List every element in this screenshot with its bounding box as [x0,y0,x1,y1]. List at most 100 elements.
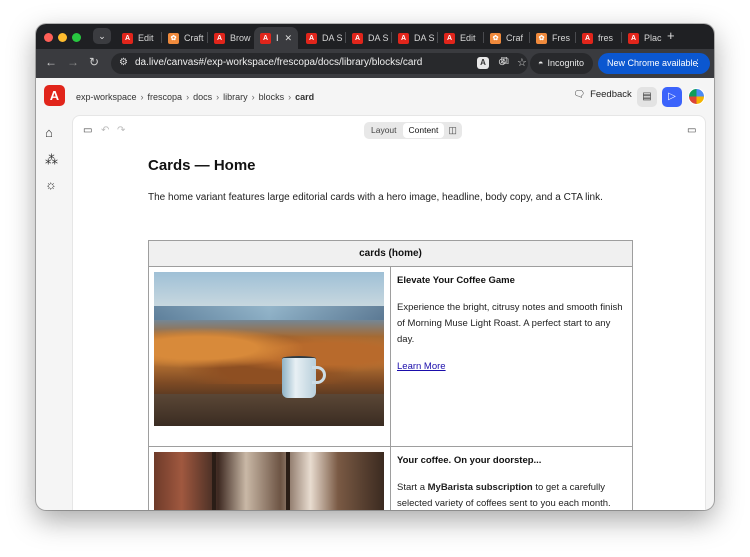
table-row: Your coffee. On your doorstep... Start a… [149,447,632,510]
maximize-window-button[interactable] [72,33,81,42]
tab[interactable]: A DA S [392,27,436,49]
tab-label: Edit [138,33,154,43]
bookmark-star-icon[interactable]: ☆ [517,56,527,69]
card-body: Start a MyBarista subscription to get a … [397,480,626,510]
block-name-cell[interactable]: cards (home) [149,241,632,267]
tab[interactable]: ✿ Craf [484,27,528,49]
adobe-icon: A [260,32,271,44]
content-view-option[interactable]: Content [402,123,445,138]
site-info-icon[interactable]: ⚙ [119,57,128,68]
close-tab-icon[interactable]: ✕ [285,33,293,44]
tab-label: DA S [322,33,343,43]
minimize-window-button[interactable] [58,33,67,42]
breadcrumb-chevron-icon: › [251,92,255,102]
card-body-strong: MyBarista subscription [427,482,533,493]
adobe-extension-icon[interactable]: A [477,57,489,69]
new-tab-plus-icon[interactable]: + [667,28,675,43]
incognito-icon: ◓ [538,58,544,68]
new-chrome-available-button[interactable]: New Chrome available ⋮ [598,53,710,74]
adobe-icon: A [444,32,455,44]
adobe-logo-icon[interactable]: A [44,85,65,106]
tab-active[interactable]: A I ✕ [254,27,298,49]
forward-arrow-icon[interactable]: → [67,55,79,69]
avatar[interactable] [688,88,705,105]
app-header: A exp-workspace › frescopa › docs › library › bl… [36,78,714,115]
tab-strip: ⌄ A Edit ✿ Craft A Brow A I ✕ A DA S A D… [36,24,714,49]
document-icon[interactable]: ▤ [637,87,657,107]
breadcrumb-item[interactable]: library [223,92,248,102]
tab[interactable]: ✿ Fres [530,27,574,49]
feedback-chat-icon: 🗨 [573,89,586,100]
table-row: Elevate Your Coffee Game Experience the … [149,267,632,447]
card-body-text: Start a [397,482,428,493]
update-label: New Chrome available [607,58,698,68]
tab-label: Fres [552,33,570,43]
tab[interactable]: A Plac [622,27,666,49]
back-arrow-icon[interactable]: ← [45,55,57,69]
incognito-indicator[interactable]: ◓ Incognito [530,53,593,74]
send-icon[interactable]: ▷ [662,87,682,107]
tab[interactable]: A fres [576,27,620,49]
editor-canvas: ▭ ↶ ↷ Layout Content ◫ ▭ Cards — Home Th… [72,115,706,510]
menu-kebab-icon[interactable]: ⋮ [693,53,702,74]
address-bar[interactable]: ⚙ da.live/canvas#/exp-workspace/frescopa… [111,53,528,74]
breadcrumb-chevron-icon: › [140,92,144,102]
tab[interactable]: ✿ Craft [162,27,206,49]
craft-icon: ✿ [536,32,547,44]
tab[interactable]: A DA S [346,27,390,49]
tab[interactable]: A DA S [300,27,344,49]
lightbulb-icon[interactable]: ☼ [45,177,57,192]
tab-label: I [276,33,279,43]
craft-icon: ✿ [490,32,501,44]
learn-more-link[interactable]: Learn More [397,361,446,372]
text-cell[interactable]: Your coffee. On your doorstep... Start a… [391,447,632,510]
split-view-icon[interactable]: ◫ [444,125,461,136]
incognito-label: Incognito [547,58,584,68]
adobe-icon: A [122,32,133,44]
feedback-button[interactable]: 🗨 Feedback [573,89,632,100]
breadcrumb-item[interactable]: exp-workspace [76,92,137,102]
adobe-icon: A [214,32,225,44]
breadcrumb-item[interactable]: frescopa [148,92,183,102]
craft-icon: ✿ [168,32,179,44]
tab[interactable]: A Brow [208,27,252,49]
tab-search-chevron-icon[interactable]: ⌄ [93,28,111,44]
apps-icon[interactable]: ⁂ [45,152,58,168]
tab-label: DA S [414,33,435,43]
card-heading: Your coffee. On your doorstep... [397,455,542,466]
close-window-button[interactable] [44,33,53,42]
redo-icon[interactable]: ↷ [117,125,125,136]
extensions-puzzle-icon[interactable]: ⧉ [501,55,509,68]
adobe-icon: A [306,32,317,44]
tab-label: Craf [506,33,524,43]
undo-icon[interactable]: ↶ [101,125,109,136]
layout-view-option[interactable]: Layout [365,123,403,138]
breadcrumb-chevron-icon: › [216,92,220,102]
breadcrumb-chevron-icon: › [288,92,292,102]
tab-label: fres [598,33,614,43]
reload-icon[interactable]: ↻ [89,55,99,69]
adobe-icon: A [582,32,593,44]
browser-window: ⌄ A Edit ✿ Craft A Brow A I ✕ A DA S A D… [36,24,714,510]
canvas-toolbar: ▭ ↶ ↷ Layout Content ◫ ▭ [73,116,705,146]
image-cell[interactable] [149,267,391,446]
breadcrumb-item[interactable]: blocks [259,92,285,102]
tab[interactable]: A Edit [438,27,482,49]
page-title[interactable]: Cards — Home [148,157,256,174]
breadcrumb-chevron-icon: › [186,92,190,102]
coffee-mug-lake-image[interactable] [154,272,384,426]
panel-toggle-icon[interactable]: ▭ [687,125,696,136]
page-description[interactable]: The home variant features large editoria… [148,192,603,203]
tab[interactable]: A Edit [116,27,160,49]
home-icon[interactable]: ⌂ [45,125,53,140]
sidebar-toggle-icon[interactable]: ▭ [83,125,92,136]
image-cell[interactable] [149,447,391,510]
browser-toolbar: ← → ↻ ⚙ da.live/canvas#/exp-workspace/fr… [36,49,714,78]
adobe-icon: A [628,32,639,44]
url-text: da.live/canvas#/exp-workspace/frescopa/d… [135,57,423,68]
text-cell[interactable]: Elevate Your Coffee Game Experience the … [391,267,632,446]
tab-label: Brow [230,33,251,43]
doorstep-image[interactable] [154,452,384,510]
tab-label: Craft [184,33,204,43]
breadcrumb-item[interactable]: docs [193,92,212,102]
